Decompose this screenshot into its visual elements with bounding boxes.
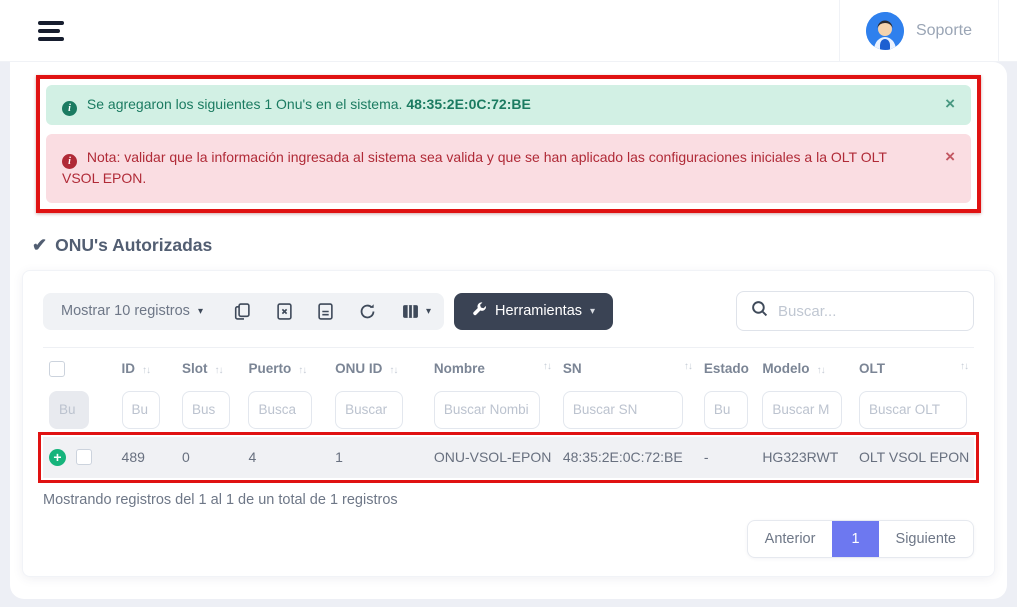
table-buttons-group: Mostrar 10 registros ▾ [43, 293, 444, 330]
search-box [736, 291, 974, 331]
column-header-nombre[interactable]: Nombre↑↓ [428, 348, 557, 387]
pagination: Anterior 1 Siguiente [747, 520, 974, 558]
cell-id: 489 [116, 437, 176, 478]
close-icon[interactable]: × [945, 94, 955, 114]
herramientas-button[interactable]: Herramientas ▾ [454, 293, 613, 330]
column-header-sn[interactable]: SN↑↓ [557, 348, 698, 387]
info-icon: i [62, 154, 77, 169]
table-row: + 489 0 4 1 ONU-VSOL-EPON 48:35:2E:0C:72… [43, 437, 974, 478]
cell-onu-id: 1 [329, 437, 428, 478]
chevron-down-icon: ▾ [590, 306, 595, 317]
search-input[interactable] [778, 303, 959, 320]
filter-id[interactable] [122, 391, 160, 429]
warning-alert-text: i Nota: validar que la información ingre… [62, 147, 945, 190]
user-name: Soporte [916, 22, 972, 40]
chevron-down-icon: ▾ [426, 306, 431, 317]
file-lines-icon [318, 303, 333, 320]
pagination-bar: Anterior 1 Siguiente [43, 520, 974, 558]
column-header-olt[interactable]: OLT↑↓ [853, 348, 974, 387]
sort-icon[interactable]: ↑↓ [142, 365, 150, 376]
cell-olt: OLT VSOL EPON [853, 437, 974, 478]
column-header-estado[interactable]: Estado [698, 348, 756, 387]
onus-table: ID↑↓ Slot↑↓ Puerto↑↓ ONU ID↑↓ Nombre↑↓ S… [43, 347, 974, 477]
filter-modelo[interactable] [762, 391, 842, 429]
pagination-page-1[interactable]: 1 [832, 521, 878, 557]
column-header-puerto[interactable]: Puerto↑↓ [242, 348, 329, 387]
filter-sn[interactable] [563, 391, 683, 429]
onus-card: Mostrar 10 registros ▾ [22, 270, 995, 576]
check-icon: ✔ [32, 235, 47, 256]
cell-estado: - [698, 437, 756, 478]
filter-nombre[interactable] [434, 391, 540, 429]
warning-alert: i Nota: validar que la información ingre… [46, 134, 971, 203]
table-toolbar: Mostrar 10 registros ▾ [43, 291, 974, 331]
chevron-down-icon: ▾ [198, 306, 203, 317]
sort-icon[interactable]: ↑↓ [298, 365, 306, 376]
column-header-modelo[interactable]: Modelo↑↓ [756, 348, 853, 387]
page-title: ✔ ONU's Autorizadas [32, 235, 997, 256]
copy-button[interactable] [221, 293, 264, 330]
sort-icon[interactable]: ↑↓ [543, 361, 551, 372]
filter-puerto[interactable] [248, 391, 312, 429]
column-visibility-button[interactable]: ▾ [389, 293, 444, 330]
page-length-dropdown[interactable]: Mostrar 10 registros ▾ [43, 293, 221, 330]
filter-olt[interactable] [859, 391, 967, 429]
excel-icon [277, 303, 292, 320]
pdf-export-button[interactable] [305, 293, 346, 330]
cell-slot: 0 [176, 437, 243, 478]
cell-puerto: 4 [242, 437, 329, 478]
user-avatar [866, 12, 904, 50]
reload-button[interactable] [346, 293, 389, 330]
column-header-slot[interactable]: Slot↑↓ [176, 348, 243, 387]
table-header-row: ID↑↓ Slot↑↓ Puerto↑↓ ONU ID↑↓ Nombre↑↓ S… [43, 348, 974, 387]
filter-expander [49, 391, 89, 429]
filter-onu-id[interactable] [335, 391, 403, 429]
search-icon [751, 300, 768, 322]
cell-nombre: ONU-VSOL-EPON [428, 437, 557, 478]
sort-icon[interactable]: ↑↓ [214, 365, 222, 376]
row-checkbox[interactable] [76, 449, 92, 465]
main-content: i Se agregaron los siguientes 1 Onu's en… [10, 62, 1007, 599]
top-header: Soporte [0, 0, 1017, 62]
select-all-checkbox[interactable] [49, 361, 65, 377]
user-menu[interactable]: Soporte [839, 0, 999, 62]
column-header-id[interactable]: ID↑↓ [116, 348, 176, 387]
menu-hamburger-icon[interactable] [38, 17, 64, 45]
sort-icon[interactable]: ↑↓ [960, 361, 968, 372]
sort-icon[interactable]: ↑↓ [389, 365, 397, 376]
pagination-prev[interactable]: Anterior [748, 521, 833, 557]
info-icon: i [62, 101, 77, 116]
wrench-icon [472, 302, 487, 321]
close-icon[interactable]: × [945, 147, 955, 167]
pagination-next[interactable]: Siguiente [879, 521, 973, 557]
excel-export-button[interactable] [264, 293, 305, 330]
column-header-onu-id[interactable]: ONU ID↑↓ [329, 348, 428, 387]
success-alert-text: i Se agregaron los siguientes 1 Onu's en… [62, 94, 945, 116]
sort-icon[interactable]: ↑↓ [684, 361, 692, 372]
records-summary: Mostrando registros del 1 al 1 de un tot… [43, 492, 974, 508]
success-alert: i Se agregaron los siguientes 1 Onu's en… [46, 85, 971, 125]
filter-slot[interactable] [182, 391, 230, 429]
cell-sn: 48:35:2E:0C:72:BE [557, 437, 698, 478]
sort-icon[interactable]: ↑↓ [817, 365, 825, 376]
cell-modelo: HG323RWT [756, 437, 853, 478]
table-filter-row [43, 387, 974, 437]
annotation-box-alerts: i Se agregaron los siguientes 1 Onu's en… [36, 75, 981, 213]
filter-estado[interactable] [704, 391, 748, 429]
copy-icon [234, 303, 251, 320]
expand-row-icon[interactable]: + [49, 449, 66, 466]
onu-mac: 48:35:2E:0C:72:BE [406, 96, 531, 112]
columns-icon [402, 304, 419, 319]
refresh-icon [359, 303, 376, 320]
